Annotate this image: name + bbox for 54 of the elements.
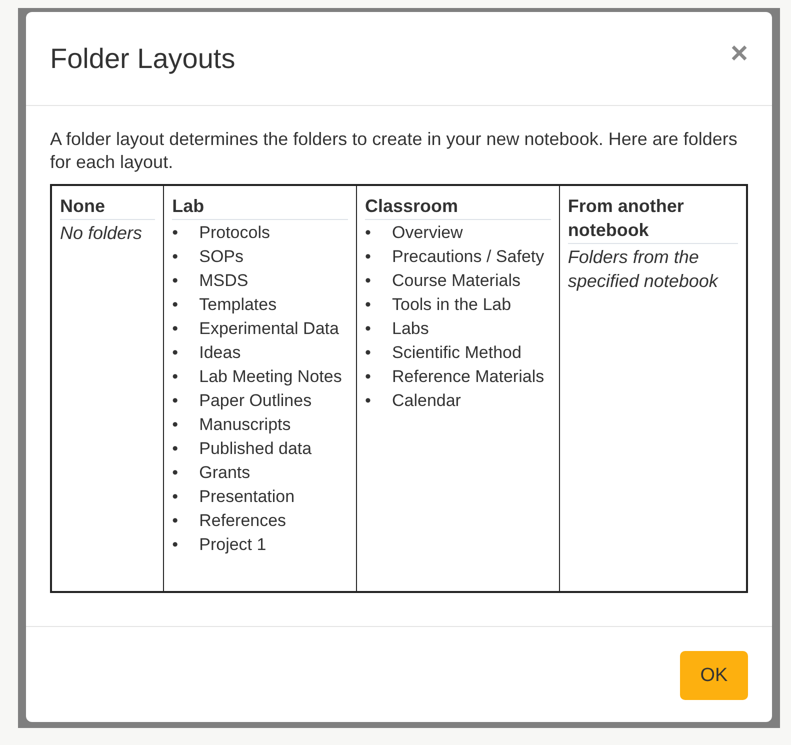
layout-description: No folders (60, 222, 144, 245)
folder-item: Ideas (199, 342, 241, 364)
bullet: • (172, 366, 180, 388)
folder-item: References (199, 510, 286, 532)
column-heading: Lab (172, 194, 348, 220)
bullet: • (172, 438, 180, 460)
folder-item: Experimental Data (199, 318, 339, 340)
bullet: • (364, 246, 372, 268)
folder-item: Presentation (199, 486, 295, 508)
folder-item: Grants (199, 462, 250, 484)
bullet: • (364, 294, 372, 316)
folder-item: SOPs (199, 246, 244, 268)
folder-item: Templates (199, 294, 277, 316)
bullet: • (364, 390, 372, 412)
bullet: • (172, 414, 180, 436)
folder-item: Published data (199, 438, 312, 460)
bullet: • (172, 534, 180, 556)
folder-item: Overview (392, 222, 463, 244)
folder-item: Lab Meeting Notes (199, 366, 342, 388)
folder-item: Course Materials (392, 270, 520, 292)
column-heading: None (60, 194, 156, 220)
bullet: • (172, 294, 180, 316)
column-heading: From another notebook (568, 194, 738, 244)
bullet: • (172, 486, 180, 508)
bullet: • (364, 366, 372, 388)
folder-item: Labs (392, 318, 429, 340)
close-button[interactable]: × (730, 38, 748, 68)
folder-item: Scientific Method (392, 342, 522, 364)
bullet: • (364, 318, 372, 340)
ok-button[interactable]: OK (680, 651, 748, 700)
bullet: • (172, 390, 180, 412)
folder-item: Protocols (199, 222, 270, 244)
folder-item: Project 1 (199, 534, 266, 556)
dialog-title: Folder Layouts (50, 42, 236, 74)
folder-item: Tools in the Lab (392, 294, 512, 316)
folder-item: Manuscripts (199, 414, 291, 436)
bullet: • (172, 342, 180, 364)
bullet: • (364, 270, 372, 292)
bullet: • (172, 270, 180, 292)
column-heading: Classroom (364, 194, 551, 220)
layout-description: Folders from the specified notebook (568, 246, 720, 293)
bullet: • (172, 462, 180, 484)
bullet: • (172, 318, 180, 340)
bullet: • (172, 510, 180, 532)
folder-item: Precautions / Safety (392, 246, 544, 268)
folder-item: Reference Materials (392, 366, 544, 388)
intro-text: A folder layout determines the folders to create in your new notebook. Here are folders for each layout. (50, 128, 738, 174)
folder-item: Calendar (392, 390, 461, 412)
folder-item: Paper Outlines (199, 390, 312, 412)
bullet: • (172, 246, 180, 268)
bullet: • (172, 222, 180, 244)
bullet: • (364, 222, 372, 244)
folder-item: MSDS (199, 270, 248, 292)
bullet: • (364, 342, 372, 364)
